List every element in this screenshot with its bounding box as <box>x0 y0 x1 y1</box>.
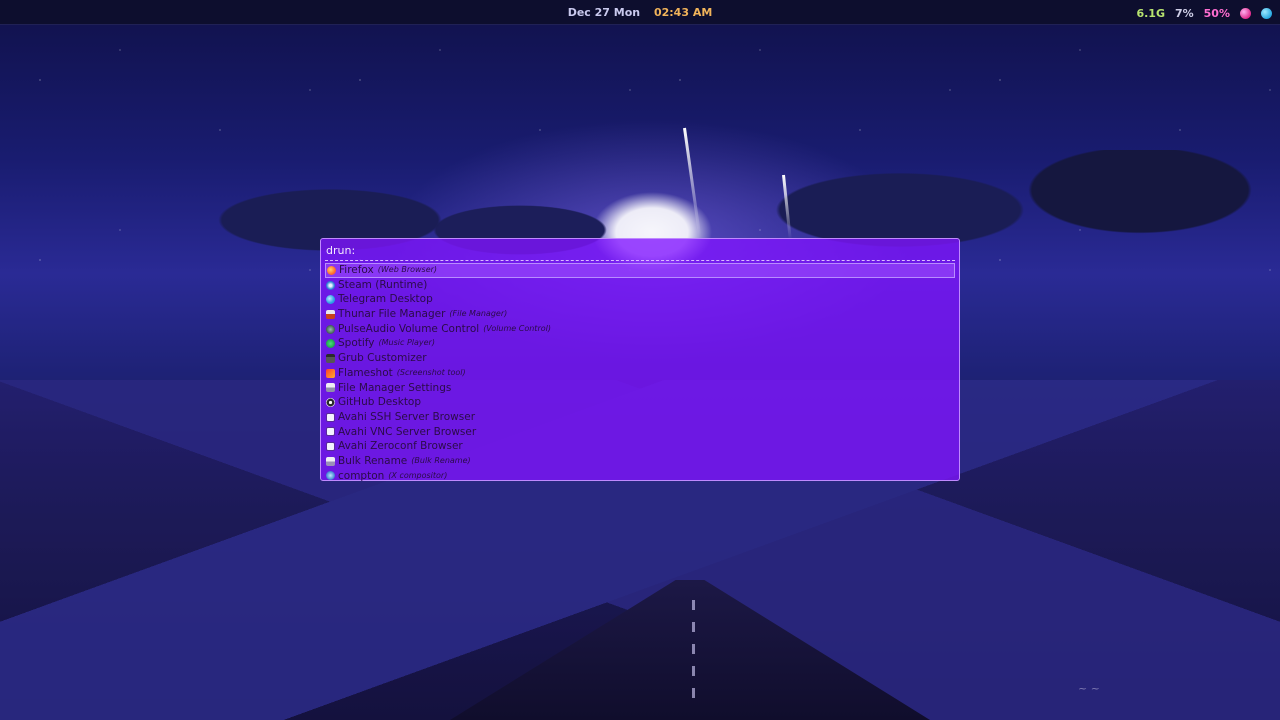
launcher-entry[interactable]: Telegram Desktop <box>325 292 955 307</box>
launcher-entry[interactable]: Spotify (Music Player) <box>325 336 955 351</box>
launcher-entry[interactable]: compton (X compositor) <box>325 469 955 484</box>
launcher-entry[interactable]: Flameshot (Screenshot tool) <box>325 366 955 381</box>
launcher-entry[interactable]: Avahi VNC Server Browser <box>325 425 955 440</box>
entry-name: Avahi SSH Server Browser <box>338 410 476 423</box>
thunar-icon <box>326 309 335 319</box>
launcher-entry[interactable]: Avahi SSH Server Browser <box>325 410 955 425</box>
entry-name: Steam (Runtime) <box>338 278 428 291</box>
entry-generic-name: (Screenshot tool) <box>396 367 466 377</box>
avahi-icon <box>326 412 335 422</box>
pink-tray-icon[interactable] <box>1240 7 1251 19</box>
entry-generic-name: (Volume Control) <box>483 323 551 333</box>
search-input[interactable] <box>359 243 955 258</box>
entry-name: Avahi Zeroconf Browser <box>338 440 463 453</box>
cpu-usage: 7% <box>1174 6 1194 20</box>
entry-name: Grub Customizer <box>338 352 427 365</box>
bulk-rename-icon <box>326 456 335 466</box>
avahi-icon <box>326 427 335 437</box>
entry-name: Flameshot <box>338 366 393 379</box>
launcher-entry[interactable]: Avahi Zeroconf Browser <box>325 439 955 454</box>
entry-name: Firefox <box>339 264 374 276</box>
entry-generic-name: (X compositor) <box>388 470 448 480</box>
separator <box>325 260 955 261</box>
app-launcher: drun: Firefox (Web Browser) Steam (Runtime… <box>320 238 960 483</box>
launcher-entry[interactable]: Steam (Runtime) <box>325 278 955 293</box>
top-bar: Dec 27 Mon 02:43 AM 6.1G 7% 50% <box>0 0 1280 25</box>
entry-name: File Manager Settings <box>338 381 452 394</box>
launcher-entry[interactable]: GitHub Desktop <box>325 395 955 410</box>
flameshot-icon <box>326 368 335 378</box>
prompt-row: drun: <box>325 243 955 258</box>
entry-generic-name: (File Manager) <box>449 309 508 319</box>
entry-name: Spotify <box>338 337 375 350</box>
launcher-entry[interactable]: Firefox (Web Browser) <box>325 263 955 278</box>
date-label: Dec 27 Mon <box>567 6 641 19</box>
entry-name: Avahi VNC Server Browser <box>338 425 477 438</box>
entry-name: GitHub Desktop <box>338 396 422 409</box>
wallpaper-signature: ~ ~ <box>1078 682 1100 695</box>
telegram-icon <box>326 295 335 305</box>
entry-name: Telegram Desktop <box>338 293 433 306</box>
telegram-tray-icon[interactable] <box>1261 7 1272 19</box>
mode-prompt: drun: <box>326 244 356 257</box>
grub-icon <box>326 353 335 363</box>
system-stats: 6.1G 7% 50% <box>1136 6 1272 20</box>
volume-level[interactable]: 50% <box>1204 7 1230 20</box>
entry-generic-name: (Bulk Rename) <box>411 455 471 465</box>
compton-icon <box>326 471 335 481</box>
app-list: Firefox (Web Browser) Steam (Runtime) Teleg… <box>325 263 955 483</box>
entry-generic-name: (Web Browser) <box>377 265 438 274</box>
launcher-entry[interactable]: File Manager Settings <box>325 381 955 396</box>
launcher-entry[interactable]: PulseAudio Volume Control (Volume Control… <box>325 322 955 337</box>
launcher-entry[interactable]: Grub Customizer <box>325 351 955 366</box>
entry-generic-name: (Music Player) <box>378 338 435 348</box>
pulseaudio-icon <box>326 324 335 334</box>
launcher-entry[interactable]: Bulk Rename (Bulk Rename) <box>325 454 955 469</box>
github-icon <box>326 398 335 408</box>
steam-icon <box>326 280 335 290</box>
wallpaper-road-line <box>692 600 695 710</box>
entry-name: compton <box>338 469 385 482</box>
entry-name: Bulk Rename <box>338 454 408 467</box>
spotify-icon <box>326 339 335 349</box>
memory-usage: 6.1G <box>1136 6 1165 20</box>
firefox-icon <box>327 265 336 275</box>
clock[interactable]: Dec 27 Mon 02:43 AM <box>0 6 1280 19</box>
entry-name: PulseAudio Volume Control <box>338 322 480 335</box>
file-manager-settings-icon <box>326 383 335 393</box>
launcher-entry[interactable]: Thunar File Manager (File Manager) <box>325 307 955 322</box>
entry-name: Thunar File Manager <box>338 308 446 321</box>
time-label: 02:43 AM <box>653 6 713 19</box>
avahi-icon <box>326 442 335 452</box>
